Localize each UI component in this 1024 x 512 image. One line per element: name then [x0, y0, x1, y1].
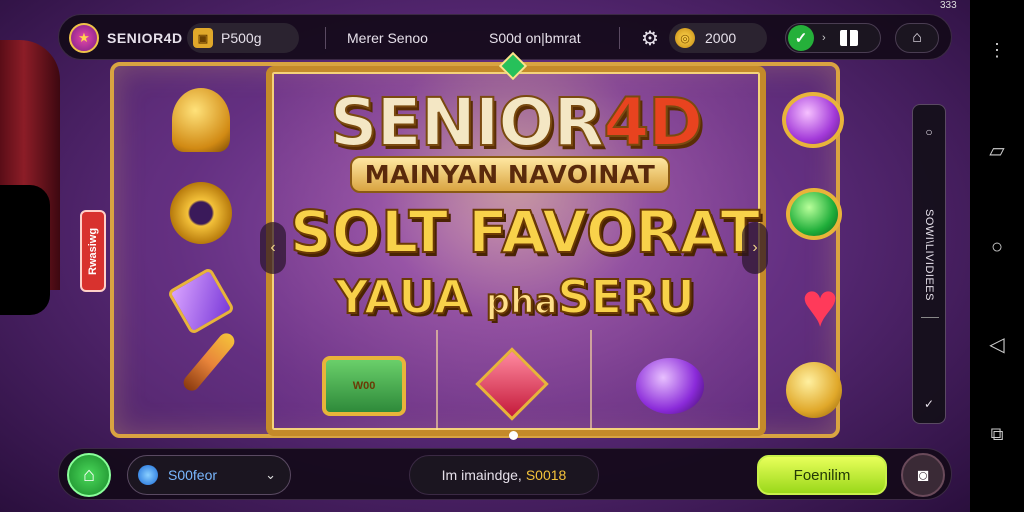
prev-arrow-button[interactable]: ‹	[260, 222, 286, 274]
pause-icon[interactable]	[839, 30, 858, 46]
status-amount: S0018	[525, 467, 567, 483]
search-icon[interactable]: ○	[913, 125, 945, 139]
title-accent: 4D	[602, 83, 704, 162]
left-side-tag[interactable]: Rwasiwg	[80, 210, 106, 292]
purple-orb-symbol	[636, 358, 704, 414]
android-nav-bar: ⋮ ▱ ○ ◁ ⧉	[970, 0, 1024, 512]
banner-subtitle: MAINYAN NAVOINAT	[350, 156, 670, 193]
coin-value: 2000	[705, 30, 737, 46]
tagline-mid: pha	[485, 281, 558, 323]
golden-cup-symbol	[172, 88, 230, 152]
select-value: S00feor	[168, 467, 218, 483]
nav-link-two[interactable]: S00d on|bmrat	[489, 23, 581, 53]
divider	[325, 27, 326, 49]
banner-headline: SOLT FAVORAT	[289, 197, 761, 267]
triangle-back-icon[interactable]: ◁	[970, 332, 1024, 357]
balance-value: P500g	[221, 30, 262, 46]
circle-home-icon[interactable]: ○	[970, 236, 1024, 259]
screen-cutout	[0, 185, 50, 315]
balance-pill[interactable]: ▣ P500g	[187, 23, 299, 53]
title-main: SENIOR	[329, 83, 605, 162]
lobby-button[interactable]: ⌂	[67, 453, 111, 497]
eye-amulet-symbol	[170, 182, 232, 244]
heart-symbol: ♥	[801, 271, 839, 340]
next-arrow-button[interactable]: ›	[742, 222, 768, 274]
banner-title: SENIOR4D	[316, 83, 716, 162]
home-icon: ⌂	[912, 29, 922, 46]
side-panel[interactable]: ○ SOWI\LIVIDIEES ✓	[912, 104, 946, 424]
banner-tagline: YAUA phaSERU	[290, 269, 740, 325]
coin-pill[interactable]: ◎ 2000	[669, 23, 767, 53]
tagline-right: SERU	[556, 269, 695, 325]
camera-button[interactable]: ◙	[901, 453, 945, 497]
chevron-right-icon: ›	[752, 239, 758, 256]
home-button[interactable]: ⌂	[895, 23, 939, 53]
logo-badge[interactable]: ★ SENIOR4D	[69, 23, 183, 53]
divider	[921, 317, 939, 318]
check-mark-icon[interactable]: ✓	[913, 397, 945, 411]
chest-symbol: W00	[322, 356, 406, 416]
bottom-bar: ⌂ S00feor ⌄ Im imaindge, S0018 Foenilim …	[58, 448, 952, 500]
gold-ring-symbol	[786, 362, 842, 418]
gear-icon[interactable]: ⚙	[641, 23, 659, 53]
chest-label: W00	[352, 380, 376, 392]
nav-link-one[interactable]: Merer Senoo	[347, 23, 428, 53]
square-recents-icon[interactable]: ▱	[970, 138, 1024, 163]
camera-icon: ◙	[917, 464, 929, 485]
side-panel-label: SOWI\LIVIDIEES	[923, 209, 935, 301]
logo-icon: ★	[69, 23, 99, 53]
reel-divider	[590, 330, 592, 430]
currency-select[interactable]: S00feor ⌄	[127, 455, 291, 495]
top-bar: ★ SENIOR4D ▣ P500g Merer Senoo S00d on|b…	[58, 14, 952, 60]
page-indicator-dot[interactable]	[509, 431, 518, 440]
reel-divider	[436, 330, 438, 430]
green-gem-symbol	[786, 188, 842, 240]
status-indicator: 333	[940, 0, 957, 11]
chevron-left-icon: ‹	[270, 239, 276, 256]
chevron-down-icon: ⌄	[265, 467, 276, 482]
game-stage: ★ SENIOR4D ▣ P500g Merer Senoo S00d on|b…	[0, 0, 970, 512]
action-button[interactable]: Foenilim	[757, 455, 887, 495]
wallet-icon: ▣	[193, 28, 213, 48]
home-icon: ⌂	[82, 463, 96, 486]
logo-text: SENIOR4D	[107, 30, 183, 46]
check-icon: ✓	[788, 25, 814, 51]
purple-ring-symbol	[782, 92, 844, 148]
coin-icon: ◎	[675, 28, 695, 48]
caret-icon: ›	[822, 32, 826, 44]
more-vert-icon[interactable]: ⋮	[970, 40, 1024, 61]
sound-toggle[interactable]: ✓ ›	[785, 23, 881, 53]
rotate-icon[interactable]: ⧉	[970, 424, 1024, 445]
gem-icon	[138, 465, 158, 485]
tagline-left: YAUA	[334, 269, 486, 325]
divider	[619, 27, 620, 49]
status-prefix: Im imaindge,	[441, 467, 522, 483]
status-display: Im imaindge, S0018	[409, 455, 599, 495]
